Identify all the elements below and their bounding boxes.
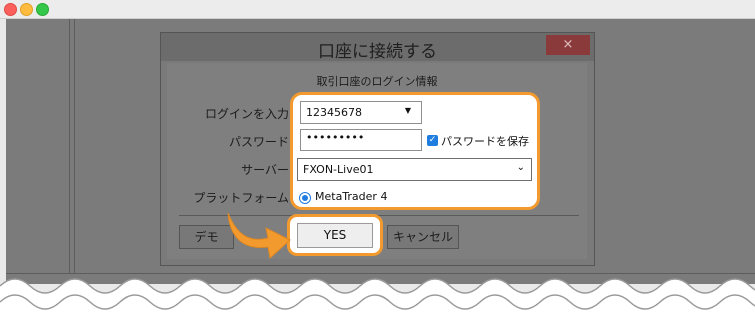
torn-edge-decoration [0,278,755,320]
screenshot-frame: 口座に接続する × 取引口座のログイン情報 ログインを入力 パスワード サーバー… [0,0,755,320]
